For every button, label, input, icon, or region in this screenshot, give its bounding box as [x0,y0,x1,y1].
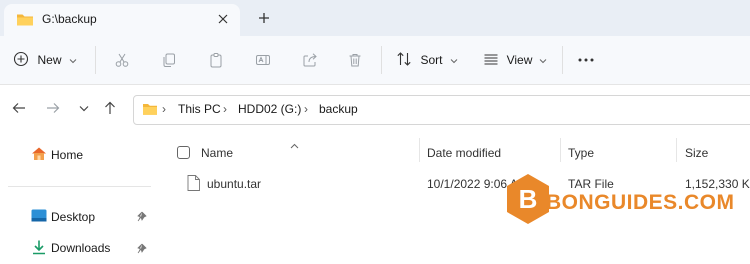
chevron-right-icon: › [304,102,308,116]
sidebar-item-label: Home [51,148,84,162]
folder-icon [16,12,34,30]
toolbar-divider [562,46,563,74]
address-row: › This PC › HDD02 (G:) › backup [0,85,750,131]
breadcrumb-this-pc[interactable]: This PC [178,102,221,116]
sort-label: Sort [420,53,443,67]
column-header-name[interactable]: Name [201,146,233,160]
column-header-size[interactable]: Size [685,146,708,160]
tab-backup[interactable]: G:\backup [4,4,240,36]
column-divider[interactable] [419,138,420,162]
sidebar-divider [8,186,151,187]
chevron-down-icon [450,53,458,67]
share-icon[interactable] [298,44,322,76]
address-bar[interactable]: › This PC › HDD02 (G:) › backup [133,95,750,125]
paste-icon[interactable] [204,44,228,76]
close-icon[interactable] [212,8,234,30]
back-arrow-icon[interactable] [8,97,30,119]
chevron-right-icon: › [162,102,166,116]
sidebar-item-label: Desktop [51,210,96,224]
breadcrumb-backup[interactable]: backup [319,102,358,116]
cut-icon[interactable] [110,44,134,76]
svg-text:B: B [519,184,538,214]
downloads-icon [31,239,47,258]
select-all-checkbox[interactable] [177,146,190,159]
view-icon [483,51,499,70]
command-bar: New Sort View [0,36,750,85]
column-divider[interactable] [676,138,677,162]
new-button[interactable]: New [12,44,78,76]
more-icon[interactable] [574,44,598,76]
column-header-date-modified[interactable]: Date modified [427,146,501,160]
copy-icon[interactable] [157,44,181,76]
delete-icon[interactable] [343,44,367,76]
view-button[interactable]: View [480,44,550,76]
pin-icon[interactable] [137,243,147,257]
watermark-text: BONGUIDES.COM [546,191,735,214]
plus-circle-icon [13,51,29,70]
file-type: TAR File [568,177,614,191]
column-header-type[interactable]: Type [568,146,594,160]
forward-arrow-icon[interactable] [42,97,64,119]
column-divider[interactable] [560,138,561,162]
desktop-icon [31,209,47,225]
file-size: 1,152,330 KB [685,177,750,191]
toolbar-divider [95,46,96,74]
plus-icon[interactable] [252,6,276,30]
chevron-right-icon: › [223,102,227,116]
new-label: New [37,53,62,67]
view-label: View [506,53,533,67]
pin-icon[interactable] [137,211,147,225]
rename-icon[interactable] [251,44,275,76]
chevron-down-icon [69,53,77,67]
sort-button[interactable]: Sort [394,44,460,76]
breadcrumb-drive[interactable]: HDD02 (G:) [238,102,301,116]
chevron-down-icon [539,53,547,67]
recent-chevron-down-icon[interactable] [73,97,95,119]
home-icon [31,146,47,164]
file-icon [187,175,200,194]
watermark-logo: B [506,173,550,228]
sidebar-item-downloads[interactable]: Downloads [31,237,110,259]
up-arrow-icon[interactable] [99,97,121,119]
file-name: ubuntu.tar [207,177,262,191]
sort-ascending-icon [290,138,299,152]
sidebar-item-home[interactable]: Home [31,144,83,166]
sidebar-item-label: Downloads [51,241,111,255]
tab-title: G:\backup [42,12,97,26]
toolbar-divider [381,46,382,74]
sidebar-item-desktop[interactable]: Desktop [31,206,95,228]
folder-icon [142,102,158,119]
sort-icon [396,51,412,70]
